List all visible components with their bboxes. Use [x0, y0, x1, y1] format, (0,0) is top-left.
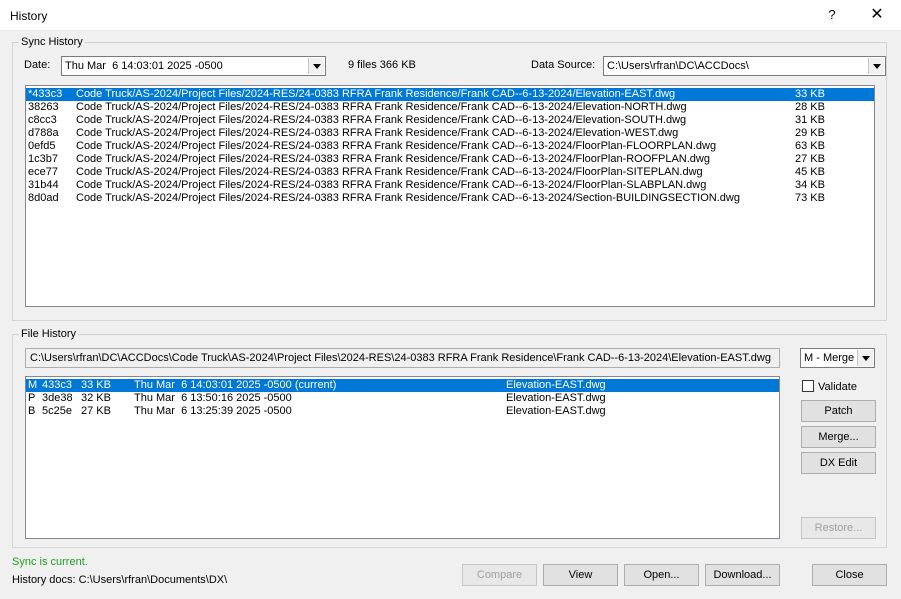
table-row[interactable]: d788a Code Truck/AS-2024/Project Files/20…: [26, 127, 874, 140]
file-id: 8d0ad: [28, 192, 59, 204]
file-path: Code Truck/AS-2024/Project Files/2024-RE…: [76, 88, 676, 100]
list-item[interactable]: M 433c3 33 KB Thu Mar 6 14:03:01 2025 -0500…: [26, 379, 779, 392]
file-path: Code Truck/AS-2024/Project Files/2024-RE…: [76, 153, 710, 165]
date-select[interactable]: Thu Mar 6 14:03:01 2025 -0500: [61, 56, 326, 76]
table-row[interactable]: c8cc3 Code Truck/AS-2024/Project Files/20…: [26, 114, 874, 127]
file-id: *433c3: [28, 88, 63, 100]
file-size: 63 KB: [795, 140, 825, 152]
list-item[interactable]: P 3de38 32 KB Thu Mar 6 13:50:16 2025 -0500…: [26, 392, 779, 405]
version-list[interactable]: M 433c3 33 KB Thu Mar 6 14:03:01 2025 -0500…: [25, 376, 780, 539]
list-item[interactable]: B 5c25e 27 KB Thu Mar 6 13:25:39 2025 -0500…: [26, 405, 779, 418]
data-source-value: C:\Users\rfran\DC\ACCDocs\: [607, 60, 749, 72]
file-path-field[interactable]: C:\Users\rfran\DC\ACCDocs\Code Truck\AS-…: [25, 348, 780, 368]
version-size: 33 KB: [81, 379, 111, 391]
sync-summary: 9 files 366 KB: [348, 59, 416, 71]
version-type: M: [28, 379, 38, 391]
table-row[interactable]: *433c3 Code Truck/AS-2024/Project Files/2…: [26, 88, 874, 101]
file-size: 31 KB: [795, 114, 825, 126]
version-date: Thu Mar 6 13:50:16 2025 -0500: [134, 392, 292, 404]
sync-history-label: Sync History: [19, 36, 85, 48]
help-icon[interactable]: ?: [818, 3, 846, 27]
file-size: 28 KB: [795, 101, 825, 113]
table-row[interactable]: 38263 Code Truck/AS-2024/Project Files/20…: [26, 101, 874, 114]
file-size: 45 KB: [795, 166, 825, 178]
file-history-label: File History: [19, 328, 79, 340]
chevron-down-icon[interactable]: [857, 350, 873, 366]
file-size: 34 KB: [795, 179, 825, 191]
version-size: 27 KB: [81, 405, 111, 417]
file-id: c8cc3: [28, 114, 57, 126]
file-id: 38263: [28, 101, 59, 113]
file-path: Code Truck/AS-2024/Project Files/2024-RE…: [76, 179, 707, 191]
sync-status: Sync is current.: [12, 556, 88, 568]
file-path: Code Truck/AS-2024/Project Files/2024-RE…: [76, 166, 703, 178]
table-row[interactable]: 1c3b7 Code Truck/AS-2024/Project Files/20…: [26, 153, 874, 166]
file-id: ece77: [28, 166, 58, 178]
window-title: History: [10, 9, 48, 23]
chevron-down-icon[interactable]: [868, 58, 884, 74]
version-name: Elevation-EAST.dwg: [506, 392, 606, 404]
version-id: 5c25e: [42, 405, 72, 417]
date-label: Date:: [24, 59, 51, 71]
compare-button[interactable]: Compare: [462, 564, 537, 586]
version-name: Elevation-EAST.dwg: [506, 379, 606, 391]
validate-checkbox[interactable]: [802, 380, 814, 392]
view-button[interactable]: View: [543, 564, 618, 586]
table-row[interactable]: 8d0ad Code Truck/AS-2024/Project Files/20…: [26, 192, 874, 205]
file-size: 33 KB: [795, 88, 825, 100]
file-path: Code Truck/AS-2024/Project Files/2024-RE…: [76, 114, 687, 126]
date-select-value: Thu Mar 6 14:03:01 2025 -0500: [65, 60, 223, 72]
merge-button[interactable]: Merge...: [801, 426, 876, 448]
patch-button[interactable]: Patch: [801, 400, 876, 422]
validate-label[interactable]: Validate: [818, 381, 857, 393]
data-source-label: Data Source:: [531, 59, 596, 71]
version-id: 3de38: [42, 392, 73, 404]
version-name: Elevation-EAST.dwg: [506, 405, 606, 417]
sync-file-list[interactable]: *433c3 Code Truck/AS-2024/Project Files/2…: [25, 85, 875, 307]
table-row[interactable]: 31b44 Code Truck/AS-2024/Project Files/20…: [26, 179, 874, 192]
file-id: d788a: [28, 127, 59, 139]
file-size: 27 KB: [795, 153, 825, 165]
chevron-down-icon[interactable]: [308, 58, 324, 74]
file-path: Code Truck/AS-2024/Project Files/2024-RE…: [76, 101, 687, 113]
file-id: 1c3b7: [28, 153, 58, 165]
version-type: B: [28, 405, 36, 417]
version-id: 433c3: [42, 379, 72, 391]
mode-select-value: M - Merge: [804, 352, 855, 364]
version-date: Thu Mar 6 14:03:01 2025 -0500 (current): [134, 379, 337, 391]
restore-button[interactable]: Restore...: [801, 517, 876, 539]
version-size: 32 KB: [81, 392, 111, 404]
file-size: 73 KB: [795, 192, 825, 204]
file-id: 0efd5: [28, 140, 56, 152]
file-path: Code Truck/AS-2024/Project Files/2024-RE…: [76, 140, 717, 152]
file-id: 31b44: [28, 179, 59, 191]
close-button[interactable]: Close: [812, 564, 887, 586]
table-row[interactable]: ece77 Code Truck/AS-2024/Project Files/20…: [26, 166, 874, 179]
data-source-select[interactable]: C:\Users\rfran\DC\ACCDocs\: [603, 56, 886, 76]
dx-edit-button[interactable]: DX Edit: [801, 452, 876, 474]
table-row[interactable]: 0efd5 Code Truck/AS-2024/Project Files/20…: [26, 140, 874, 153]
title-bar: History ? ✕: [0, 0, 901, 31]
close-icon[interactable]: ✕: [862, 3, 892, 27]
file-path: Code Truck/AS-2024/Project Files/2024-RE…: [76, 192, 740, 204]
open-button[interactable]: Open...: [624, 564, 699, 586]
version-date: Thu Mar 6 13:25:39 2025 -0500: [134, 405, 292, 417]
history-docs-path: History docs: C:\Users\rfran\Documents\D…: [12, 574, 228, 586]
file-size: 29 KB: [795, 127, 825, 139]
version-type: P: [28, 392, 36, 404]
mode-select[interactable]: M - Merge: [800, 348, 875, 368]
file-path: Code Truck/AS-2024/Project Files/2024-RE…: [76, 127, 679, 139]
download-button[interactable]: Download...: [705, 564, 780, 586]
